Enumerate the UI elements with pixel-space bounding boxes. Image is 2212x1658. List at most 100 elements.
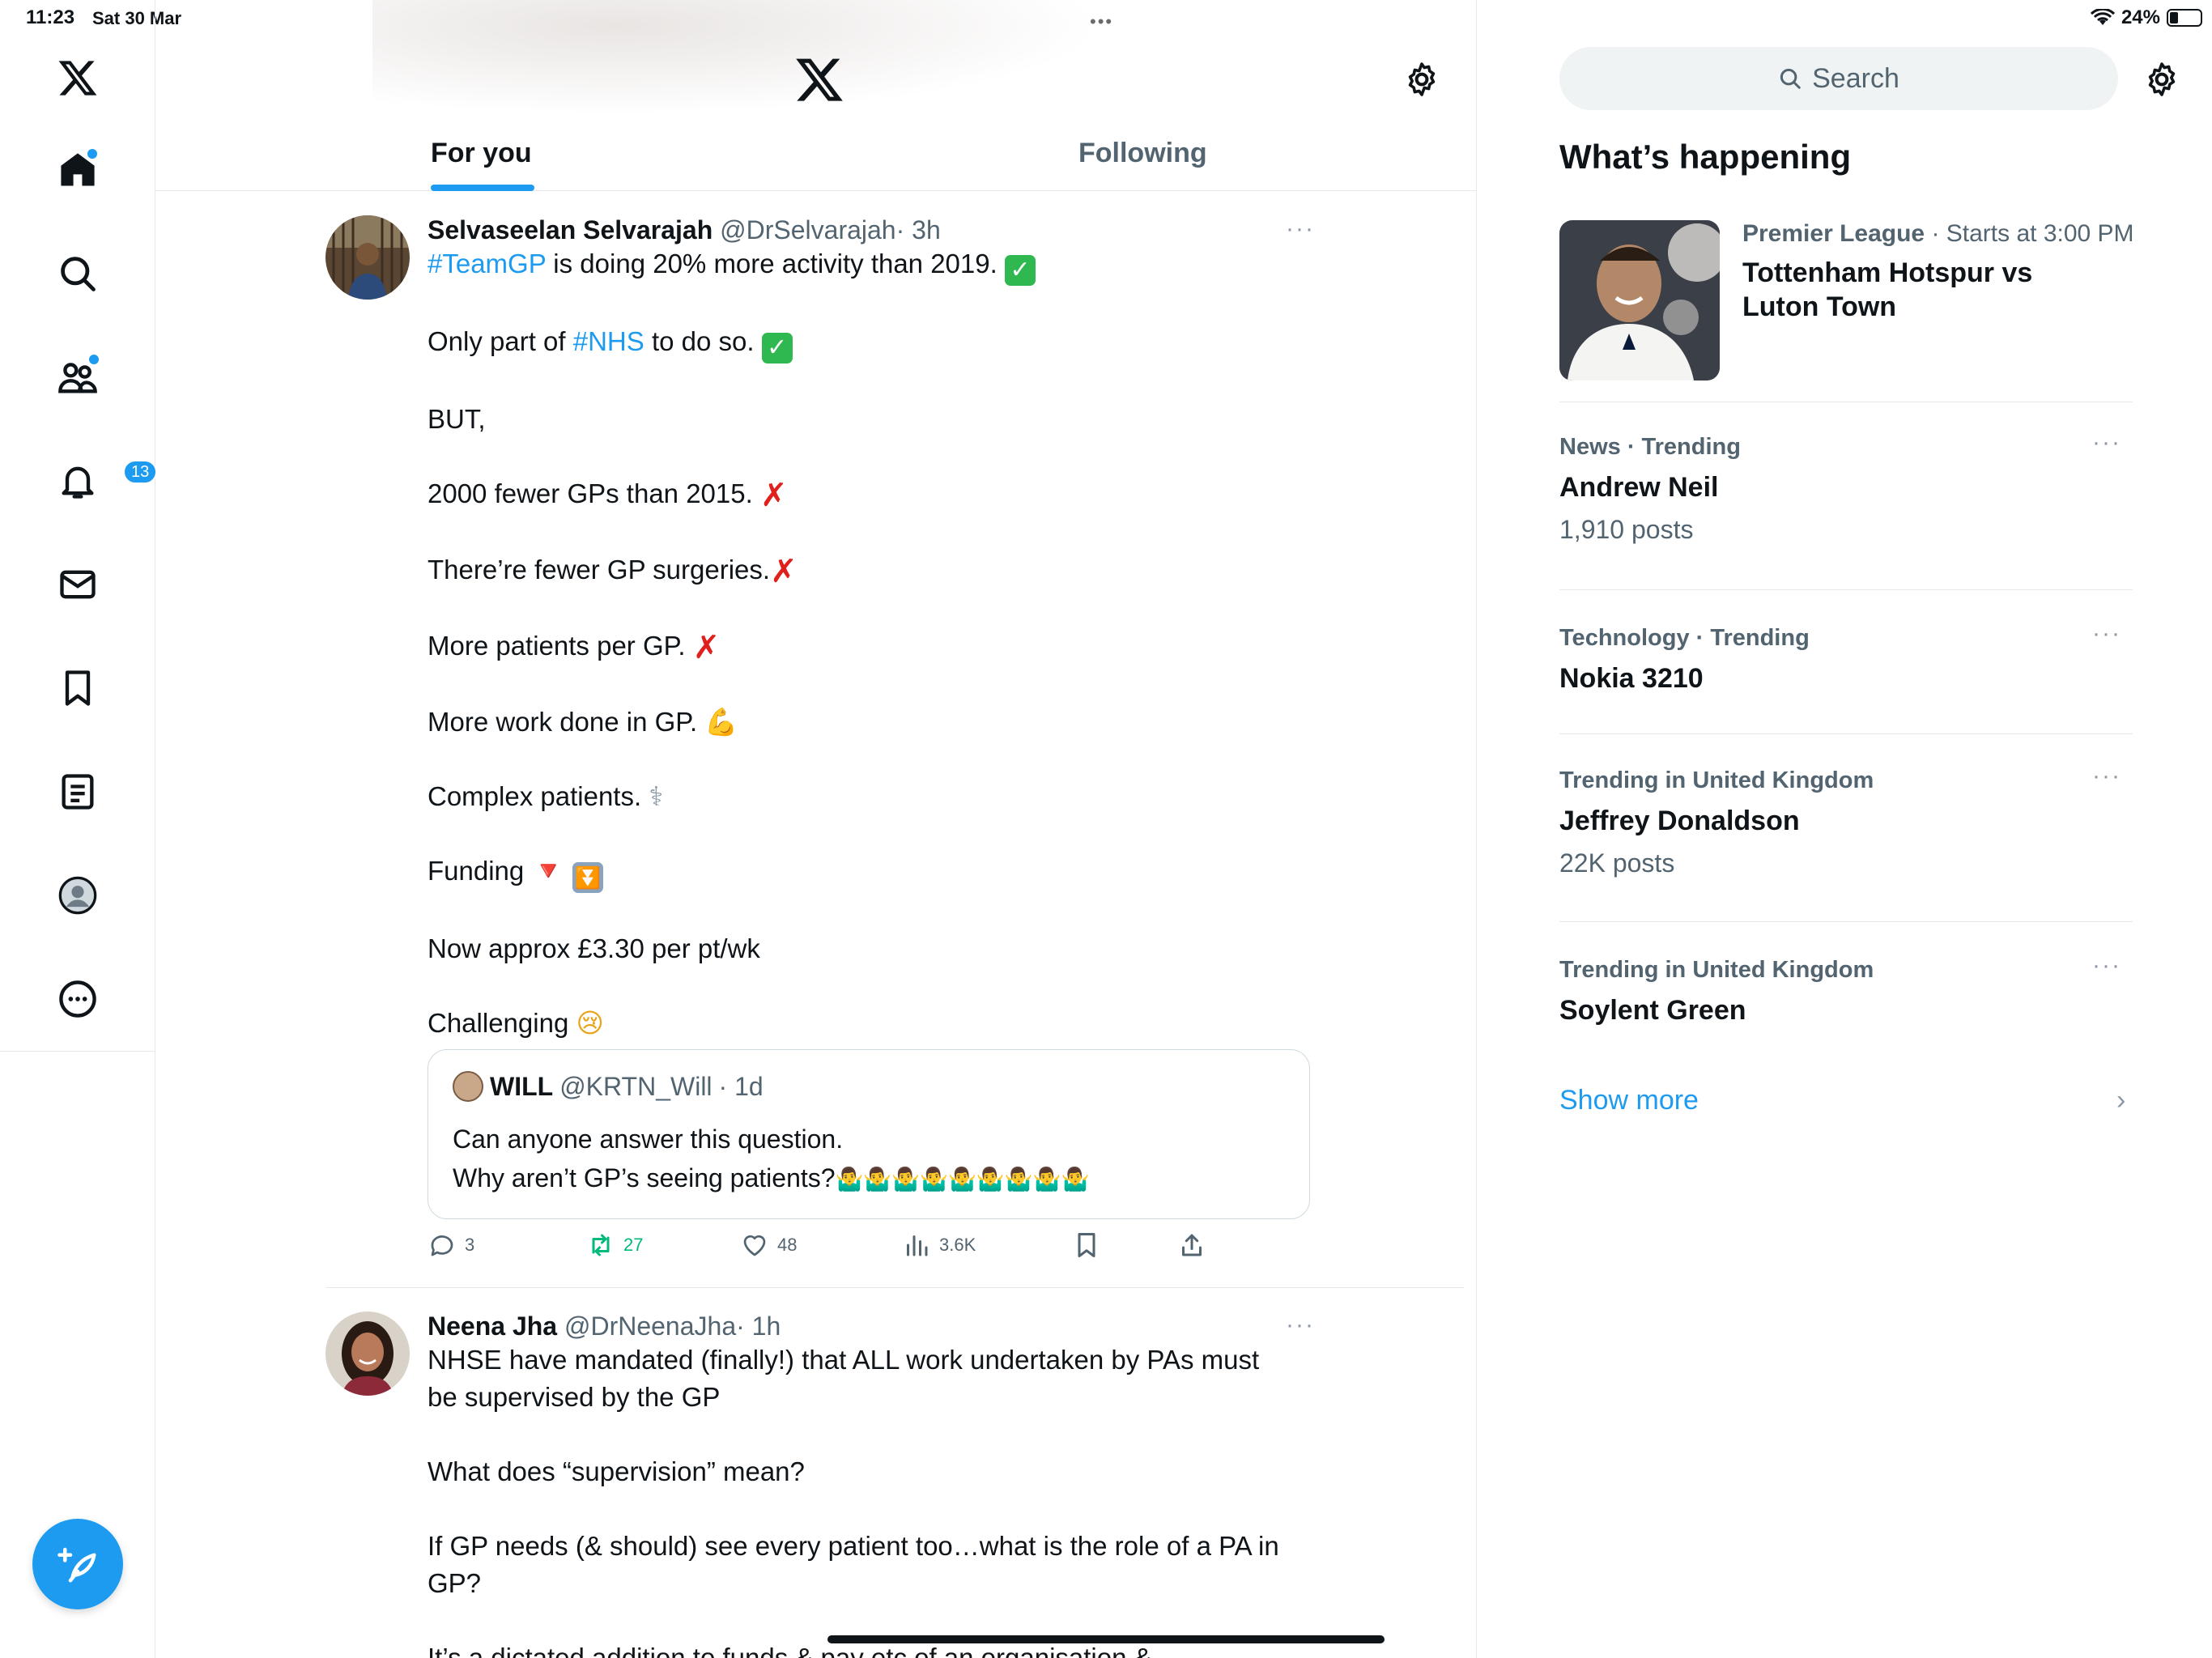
hashtag-link[interactable]: #NHS <box>573 326 644 356</box>
nav-communities[interactable] <box>45 345 110 410</box>
tab-following[interactable]: Following <box>1078 138 1207 169</box>
tweet-separator <box>325 1287 1464 1288</box>
quote-author-handle[interactable]: @KRTN_Will <box>559 1072 712 1102</box>
chevron-right-icon: › <box>2116 1085 2126 1116</box>
trend-item[interactable]: News · Trending Andrew Neil 1,910 posts … <box>1559 429 2133 545</box>
tweet-text: Now approx £3.30 per pt/wk <box>428 933 760 963</box>
search-input[interactable]: Search <box>1559 47 2118 110</box>
compose-button[interactable] <box>32 1519 123 1609</box>
tweet-body: Selvaseelan Selvarajah @DrSelvarajah· 3h… <box>428 215 1310 1257</box>
show-more-link[interactable]: Show more <box>1559 1085 1699 1116</box>
views-button[interactable]: 3.6K <box>902 1231 976 1260</box>
tweet-text: Only part of <box>428 326 573 356</box>
author-handle[interactable]: @DrSelvarajah <box>720 215 895 244</box>
trend-meta: News · Trending <box>1559 434 1741 460</box>
bookmark-button[interactable] <box>1072 1231 1101 1260</box>
crying-face-emoji: 😢 <box>576 1007 604 1039</box>
red-triangle-down-emoji: 🔻 <box>531 855 565 886</box>
nav-notifications[interactable]: 13 <box>45 449 158 513</box>
trend-more-button[interactable]: ··· <box>2092 620 2121 648</box>
tweet-actions: 3 27 48 3.6K <box>428 1231 1310 1271</box>
views-chart-icon <box>907 1235 928 1256</box>
tweet-more-button[interactable]: ··· <box>1286 215 1315 243</box>
quote-author-name[interactable]: WILL <box>490 1072 553 1102</box>
settings-gear-icon[interactable] <box>1402 60 1441 99</box>
tweet-header: Neena Jha @DrNeenaJha· 1h <box>428 1312 1310 1341</box>
quote-time: · 1d <box>718 1071 764 1101</box>
trend-item[interactable]: Trending in United Kingdom Jeffrey Donal… <box>1559 763 2133 878</box>
quote-line: Why aren’t GP’s seeing patients?🤷‍♂️🤷‍♂️… <box>453 1158 1089 1199</box>
repost-count: 27 <box>623 1235 644 1255</box>
reply-button[interactable]: 3 <box>428 1231 474 1260</box>
avatar[interactable] <box>325 215 410 300</box>
author-name[interactable]: Neena Jha <box>428 1312 557 1341</box>
tweet-text: to do so. <box>644 326 762 356</box>
messages-icon <box>60 570 96 599</box>
nav-explore[interactable] <box>45 241 110 306</box>
trend-meta: Trending in United Kingdom <box>1559 767 1874 793</box>
like-button[interactable]: 48 <box>740 1231 797 1260</box>
repost-button[interactable]: 27 <box>586 1231 643 1260</box>
x-logo-icon[interactable] <box>793 53 845 105</box>
views-count: 3.6K <box>939 1235 976 1255</box>
communities-unread-dot <box>89 355 99 364</box>
share-button[interactable] <box>1177 1231 1206 1260</box>
sidebar-separator <box>1559 921 2133 922</box>
profile-icon <box>58 876 97 915</box>
tweet-line: More patients per GP. ✗ <box>428 627 1310 666</box>
tweet-time: · 1h <box>736 1312 781 1341</box>
tweet-text: More work done in GP. <box>428 707 705 737</box>
nav-profile[interactable] <box>45 863 110 928</box>
trend-name: Andrew Neil <box>1559 472 1719 503</box>
trend-item[interactable]: Trending in United Kingdom Soylent Green… <box>1559 952 2133 1027</box>
hashtag-link[interactable]: #TeamGP <box>428 249 546 278</box>
more-icon <box>59 980 96 1018</box>
trend-more-button[interactable]: ··· <box>2092 952 2121 980</box>
tab-for-you[interactable]: For you <box>431 138 532 169</box>
repost-icon <box>592 1234 610 1256</box>
home-unread-dot <box>87 149 97 159</box>
quote-avatar[interactable] <box>453 1071 483 1102</box>
trend-more-button[interactable]: ··· <box>2092 763 2121 790</box>
event-card[interactable]: Premier League · Starts at 3:00 PM Totte… <box>1559 220 2134 382</box>
reply-icon <box>431 1235 453 1256</box>
bookmarks-icon <box>65 670 91 706</box>
nav-home[interactable] <box>45 138 110 202</box>
left-nav: 13 <box>0 0 158 1658</box>
shrug-emoji: 🤷‍♂️🤷‍♂️🤷‍♂️🤷‍♂️🤷‍♂️🤷‍♂️🤷‍♂️🤷‍♂️🤷‍♂️ <box>835 1166 1090 1192</box>
author-handle[interactable]: @DrNeenaJha <box>564 1312 736 1341</box>
heart-icon <box>743 1235 766 1256</box>
tweet-text: is doing 20% more activity than 2019. <box>546 249 1005 278</box>
nav-more[interactable] <box>45 967 110 1031</box>
compose-feather-icon <box>57 1547 96 1583</box>
event-meta: Premier League · Starts at 3:00 PM <box>1742 220 2134 248</box>
tweet-time: · 3h <box>895 215 941 244</box>
tweet-line: More work done in GP. 💪 <box>428 704 1310 741</box>
home-indicator[interactable] <box>827 1635 1385 1643</box>
tweet-text: BUT, <box>428 404 486 434</box>
quote-header: WILL @KRTN_Will · 1d <box>453 1071 764 1102</box>
nav-lists[interactable] <box>45 759 110 824</box>
notifications-icon <box>62 466 94 499</box>
event-image <box>1559 220 1720 380</box>
tweet-text: Complex patients. <box>428 781 649 811</box>
trend-more-button[interactable]: ··· <box>2092 429 2121 457</box>
avatar[interactable] <box>325 1312 410 1396</box>
tweet-more-button[interactable]: ··· <box>1286 1312 1315 1339</box>
nav-messages[interactable] <box>45 552 110 617</box>
flexed-biceps-emoji: 💪 <box>704 706 738 738</box>
trend-item[interactable]: Technology · Trending Nokia 3210 ··· <box>1559 620 2133 695</box>
x-logo-nav[interactable] <box>45 45 110 110</box>
author-name[interactable]: Selvaseelan Selvarajah <box>428 215 713 244</box>
tweet-text: GP? <box>428 1568 482 1598</box>
tweet-text: More patients per GP. <box>428 631 693 661</box>
trend-posts: 22K posts <box>1559 848 1675 878</box>
event-league: Premier League <box>1742 220 1925 247</box>
cross-mark-emoji: ✗ <box>759 478 788 513</box>
tweet-text: Challenging <box>428 1008 576 1038</box>
nav-bookmarks[interactable] <box>45 656 110 721</box>
trend-name: Soylent Green <box>1559 995 1746 1026</box>
tweet-text: There’re fewer GP surgeries. <box>428 555 771 585</box>
quoted-tweet[interactable]: WILL @KRTN_Will · 1d Can anyone answer th… <box>428 1049 1310 1219</box>
settings-gear-icon[interactable] <box>2142 60 2181 99</box>
